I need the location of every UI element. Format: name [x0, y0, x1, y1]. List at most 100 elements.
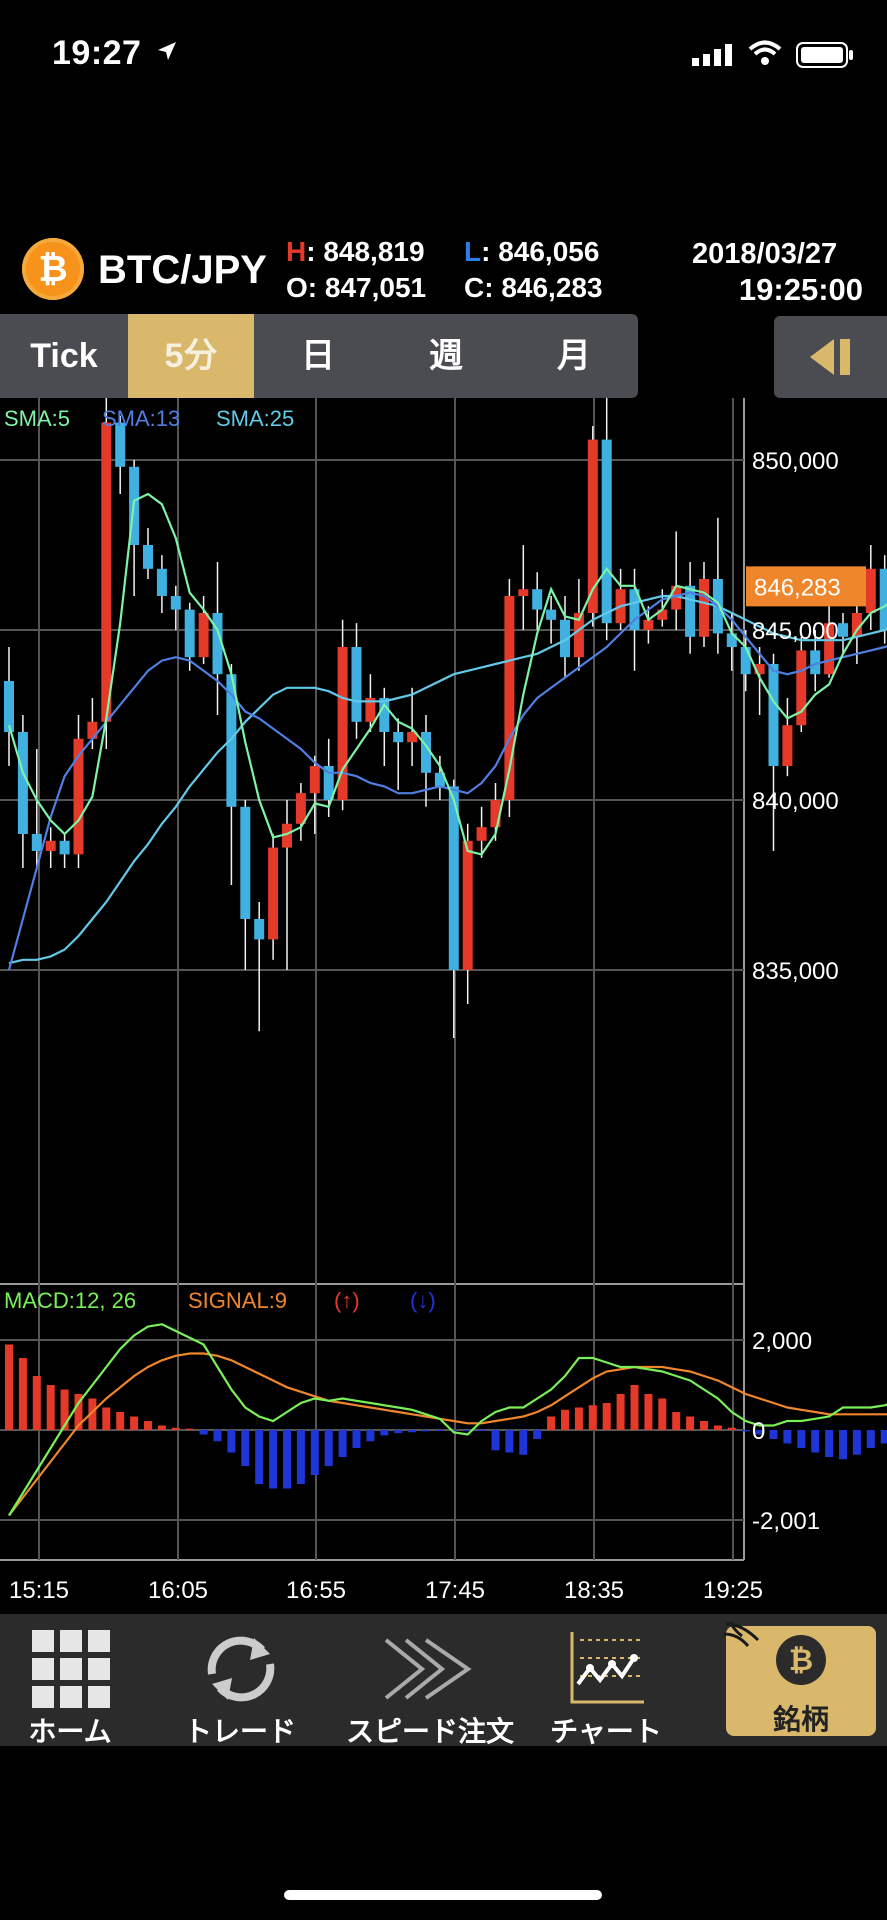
candle-body [838, 623, 848, 637]
timeframe-tabs: Tick 5分 日 週 月 [0, 314, 638, 398]
macd-histogram-bar [435, 1430, 444, 1431]
candlesticks [4, 398, 887, 1038]
macd-histogram-bar [477, 1430, 486, 1431]
macd-histogram-bar [422, 1430, 430, 1432]
candle-date: 2018/03/27 [692, 238, 838, 270]
price-tick-label: 840,000 [752, 788, 839, 815]
wifi-icon [748, 40, 782, 65]
low-price: L: 846,056 [464, 236, 600, 267]
sma13-line [7, 591, 887, 971]
candle-body [170, 596, 181, 610]
candle-body [865, 568, 876, 613]
macd-histogram-bar [46, 1385, 55, 1430]
candle-body [518, 589, 529, 596]
macd-histogram-bar [672, 1412, 681, 1430]
battery-icon [796, 42, 853, 68]
candle-body [4, 681, 14, 732]
macd-histogram-bar [366, 1430, 375, 1442]
price-tick-label: 835,000 [752, 958, 839, 985]
macd-histogram-bar [227, 1430, 236, 1453]
macd-histogram-bar [338, 1430, 347, 1457]
macd-histogram-bar [839, 1430, 847, 1460]
nav-trade-label: トレード [183, 1716, 296, 1747]
tab-tick[interactable]: Tick [0, 314, 128, 398]
macd-legend-label: (↑) [334, 1288, 360, 1313]
candle-body [601, 439, 612, 624]
collapse-left-icon [810, 339, 850, 375]
candle-body [879, 568, 887, 630]
macd-histogram-bar [283, 1430, 291, 1489]
time-tick-label: 17:45 [425, 1577, 485, 1604]
home-indicator [284, 1890, 602, 1900]
grid-icon [32, 1630, 110, 1708]
candle-body [156, 568, 167, 596]
macd-legend-label: SIGNAL:9 [188, 1288, 287, 1313]
nav-speed-order[interactable]: スピード注文 [346, 1614, 514, 1747]
macd-tick-label: 0 [752, 1418, 765, 1445]
macd-histogram-bar [199, 1430, 208, 1435]
tab-day[interactable]: 日 [254, 314, 382, 398]
price-chart[interactable]: SMA:5 SMA:13 SMA:25 MACD:12, 26 SIGNAL:9 (↑) (… [0, 398, 887, 1614]
macd-histogram-bar [157, 1425, 166, 1430]
macd-histogram-bar [574, 1407, 583, 1430]
candle-body [268, 847, 279, 940]
macd-histogram-bar [491, 1430, 500, 1451]
macd-histogram-bar [380, 1430, 389, 1436]
bottom-navigation: ホーム トレード スピード注文 チャート ₿ 銘柄 [0, 1614, 887, 1747]
coin-symbol: ₿ [38, 248, 68, 289]
candle-time: 19:25:00 [738, 272, 863, 307]
chart-icon [570, 1632, 644, 1704]
nav-chart-label: チャート [550, 1716, 662, 1747]
sma-legend-label: SMA:13 [102, 406, 180, 431]
macd-histogram-bar [324, 1430, 333, 1466]
macd-histogram-bar [713, 1425, 722, 1430]
candle-body [198, 613, 209, 658]
candle-body [740, 647, 751, 675]
tab-5min[interactable]: 5分 [128, 314, 254, 398]
status-time: 19:27 [52, 34, 142, 72]
svg-text:₿: ₿ [789, 1643, 813, 1678]
macd-histogram-bar [505, 1430, 514, 1453]
macd-histogram-bar [352, 1430, 361, 1448]
nav-chart[interactable]: チャート [546, 1614, 666, 1747]
macd-histogram-bar [32, 1376, 41, 1430]
macd-histogram-bar [561, 1409, 569, 1430]
macd-histogram-bar [644, 1394, 653, 1430]
nav-home[interactable]: ホーム [10, 1614, 130, 1747]
macd-histogram-bar [880, 1430, 887, 1444]
candle-body [240, 806, 251, 919]
nav-trade[interactable]: トレード [180, 1614, 300, 1747]
speed-arrow-icon [384, 1638, 472, 1700]
sma-lines [7, 492, 887, 971]
candle-body [462, 840, 473, 970]
open-price: O: 847,051 [286, 272, 427, 303]
macd-histogram-bar [408, 1430, 417, 1433]
bitcoin-icon: ₿ [776, 1635, 826, 1685]
candle-body [59, 840, 70, 855]
sma-legend-label: SMA:25 [216, 406, 294, 431]
macd-tick-label: 2,000 [752, 1328, 812, 1355]
candle-body [768, 664, 779, 766]
macd-histogram-bar [588, 1405, 597, 1430]
candle-body [254, 919, 265, 940]
macd-histogram-bar [213, 1430, 222, 1442]
high-price: H: 848,819 [286, 236, 425, 267]
collapse-panel-button[interactable] [774, 316, 887, 398]
tab-week[interactable]: 週 [382, 314, 510, 398]
macd-histogram-bar [5, 1344, 13, 1430]
macd-histogram-bar [185, 1428, 194, 1430]
macd-legend-label: MACD:12, 26 [4, 1288, 136, 1313]
candle-body [546, 609, 557, 620]
nav-symbols-label: 銘柄 [772, 1704, 829, 1735]
macd-histogram-bar [519, 1430, 528, 1455]
candle-body [782, 725, 793, 766]
current-price-label: 846,283 [754, 574, 841, 601]
macd-histogram-bar [394, 1430, 403, 1434]
price-tick-label: 845,000 [752, 618, 839, 645]
price-tick-label: 850,000 [752, 448, 839, 475]
macd-histogram-bar [797, 1430, 806, 1448]
macd-histogram-bar [533, 1430, 542, 1439]
macd-histogram-bar [700, 1421, 708, 1430]
tab-month[interactable]: 月 [510, 314, 638, 398]
macd-histogram-bar [852, 1430, 861, 1455]
